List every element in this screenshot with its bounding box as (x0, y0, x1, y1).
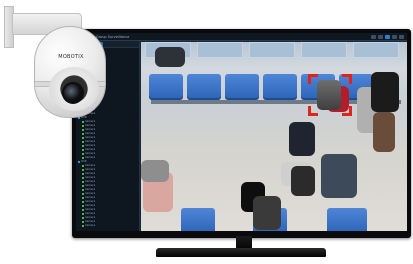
camera-brand-label: MOBOTIX (58, 54, 84, 60)
camera-icon (82, 193, 84, 195)
settings-icon[interactable] (392, 35, 397, 39)
topbar-toolbar (371, 35, 404, 39)
close-icon[interactable] (399, 35, 404, 39)
airport-window (301, 42, 347, 58)
app-topbar: Group Surveillance (76, 33, 407, 41)
seated-passenger (141, 160, 169, 182)
blue-seat (181, 208, 215, 231)
monitor-stand-base (156, 248, 326, 257)
corner-marker (308, 74, 318, 84)
camera-icon (82, 121, 84, 123)
camera-icon (82, 225, 84, 227)
seated-passenger (155, 47, 185, 67)
camera-icon (82, 197, 84, 199)
camera-icon (82, 173, 84, 175)
camera-icon (82, 169, 84, 171)
camera-icon (82, 125, 84, 127)
camera-icon (82, 145, 84, 147)
product-illustration: Group Surveillance DVRCameraCameraCamera… (0, 0, 413, 264)
standing-passenger (371, 72, 399, 112)
camera-icon (82, 133, 84, 135)
camera-icon (82, 185, 84, 187)
backpack (291, 166, 315, 196)
tree-item-label: Camera (85, 224, 96, 227)
corner-marker (342, 74, 352, 84)
camera-icon (82, 177, 84, 179)
corner-marker (308, 106, 318, 116)
camera-icon (82, 205, 84, 207)
blue-seat (149, 74, 183, 100)
corner-marker (342, 106, 352, 116)
blue-seat (225, 74, 259, 100)
camera-lens (64, 84, 82, 102)
camera-icon (82, 165, 84, 167)
tv-monitor: Group Surveillance DVRCameraCameraCamera… (72, 29, 411, 238)
grid-icon[interactable] (378, 35, 383, 39)
seated-passenger (321, 154, 357, 198)
camera-icon (82, 221, 84, 223)
luggage (289, 122, 315, 156)
window-icon[interactable] (371, 35, 376, 39)
seated-passenger (253, 196, 281, 230)
standing-passenger (373, 112, 395, 152)
camera-icon (82, 137, 84, 139)
camera-icon (82, 141, 84, 143)
camera-feed[interactable] (141, 42, 407, 231)
airport-window (197, 42, 243, 58)
layout-icon[interactable] (385, 35, 390, 39)
camera-icon (82, 189, 84, 191)
camera-icon (82, 213, 84, 215)
camera-icon (82, 201, 84, 203)
airport-window (249, 42, 295, 58)
object-detection-box[interactable] (308, 74, 352, 116)
vms-screen: Group Surveillance DVRCameraCameraCamera… (76, 33, 407, 231)
camera-icon (82, 149, 84, 151)
camera-icon (82, 217, 84, 219)
camera-icon (82, 181, 84, 183)
blue-seat (327, 208, 367, 231)
app-title: Group Surveillance (96, 35, 130, 39)
camera-icon (82, 209, 84, 211)
tree-camera-item[interactable]: Camera (76, 224, 139, 228)
camera-icon (82, 157, 84, 159)
folder-icon (78, 161, 80, 163)
camera-icon (82, 129, 84, 131)
camera-dome: MOBOTIX (34, 26, 106, 118)
camera-icon (82, 153, 84, 155)
blue-seat (187, 74, 221, 100)
blue-seat (263, 74, 297, 100)
airport-window (353, 42, 399, 58)
